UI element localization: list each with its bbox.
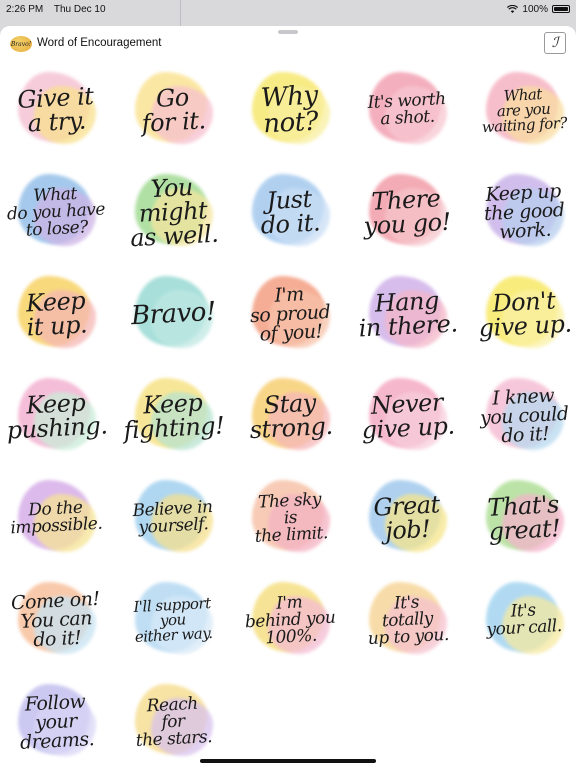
sticker-text: Stay strong. [248,388,333,445]
app-logo: Bravo! [10,36,32,52]
sticker-text: There you go! [363,184,452,241]
sticker-text: Keep fighting! [122,388,225,445]
app-title: Word of Encouragement [37,37,162,49]
sticker[interactable]: Never give up. [355,368,459,464]
sticker-text: It's worth a shot. [367,88,447,130]
sticker[interactable]: What do you have to lose? [4,164,108,260]
sticker[interactable]: It's worth a shot. [355,62,459,158]
home-indicator[interactable] [200,759,376,763]
sticker[interactable]: Great job! [355,470,459,566]
sticker-text: It's totally up to you. [366,591,449,649]
sticker[interactable]: It's your call. [472,572,576,668]
sticker[interactable]: I'm so proud of you! [238,266,342,362]
sticker-text: That's great! [487,490,562,546]
sticker-text: Hang in there. [357,286,458,343]
sticker[interactable]: Give it a try. [4,62,108,158]
sheet-header: Bravo! Word of Encouragement ℐ [0,32,576,60]
sticker[interactable]: Stay strong. [238,368,342,464]
sticker[interactable]: Follow your dreams. [4,674,108,768]
sticker[interactable]: Keep fighting! [121,368,225,464]
sticker-text: The sky is the limit. [253,488,328,547]
sticker-text: Don't give up. [477,286,572,343]
sticker-text: What are you waiting for? [481,84,568,136]
sticker[interactable]: I'm behind you 100%. [238,572,342,668]
sticker[interactable]: The sky is the limit. [238,470,342,566]
status-left: 2:26 PM Thu Dec 10 [6,4,114,15]
sticker[interactable]: Do the impossible. [4,470,108,566]
sticker-text: I'll support you either way. [133,593,214,646]
sticker[interactable]: Reach for the stars. [121,674,225,768]
sticker[interactable]: Go for it. [121,62,225,158]
status-right: 100% [507,4,570,15]
sticker-text: Do the impossible. [10,497,103,539]
sticker[interactable]: Keep it up. [4,266,108,362]
sticker[interactable]: That's great! [472,470,576,566]
status-time: 2:26 PM [6,3,44,15]
sticker[interactable]: Why not? [238,62,342,158]
status-bar: 2:26 PM Thu Dec 10 100% [0,0,576,18]
battery-icon [552,5,570,13]
sticker-text: It's your call. [486,600,563,640]
sticker[interactable]: What are you waiting for? [472,62,576,158]
background-divider [180,0,181,26]
sticker-text: Keep up the good work. [483,179,565,243]
sticker[interactable]: Don't give up. [472,266,576,362]
sticker-text: Come on! You can do it! [10,587,100,651]
sticker-text: Believe in yourself. [132,496,213,538]
sticker[interactable]: There you go! [355,164,459,260]
sticker[interactable]: You might as well. [121,164,225,260]
sticker-text: Just do it. [260,184,322,240]
sticker-text: Why not? [260,80,319,140]
sticker[interactable]: I knew you could do it! [472,368,576,464]
sticker[interactable]: Believe in yourself. [121,470,225,566]
sticker-text: Reach for the stars. [135,693,213,751]
sticker-text: I knew you could do it! [479,383,569,447]
sticker-text: What do you have to lose? [6,183,106,241]
sticker-text: I'm behind you 100%. [244,591,336,648]
sticker-text: Go for it. [140,83,207,138]
sticker[interactable]: Just do it. [238,164,342,260]
status-date: Thu Dec 10 [53,3,106,15]
wifi-icon [507,5,519,13]
sticker[interactable]: I'll support you either way. [121,572,225,668]
sticker[interactable]: It's totally up to you. [355,572,459,668]
sticker-sheet: Bravo! Word of Encouragement ℐ Give it a… [0,26,576,768]
sticker-text: Give it a try. [16,82,95,138]
sticker-text: Bravo! [129,296,217,332]
sticker[interactable]: Come on! You can do it! [4,572,108,668]
sticker[interactable]: Hang in there. [355,266,459,362]
feather-icon[interactable]: ℐ [544,32,566,54]
battery-percent: 100% [522,3,548,15]
sticker-text: Never give up. [360,388,455,445]
sticker-text: Keep pushing. [5,388,108,445]
sticker[interactable]: Bravo! [121,266,225,362]
sticker-text: Great job! [372,490,441,546]
sticker-text: I'm so proud of you! [249,282,331,346]
sticker-text: Keep it up. [25,286,88,342]
sticker-text: Follow your dreams. [19,689,95,754]
sticker[interactable]: Keep pushing. [4,368,108,464]
sticker[interactable]: Keep up the good work. [472,164,576,260]
sticker-text: You might as well. [129,172,219,253]
